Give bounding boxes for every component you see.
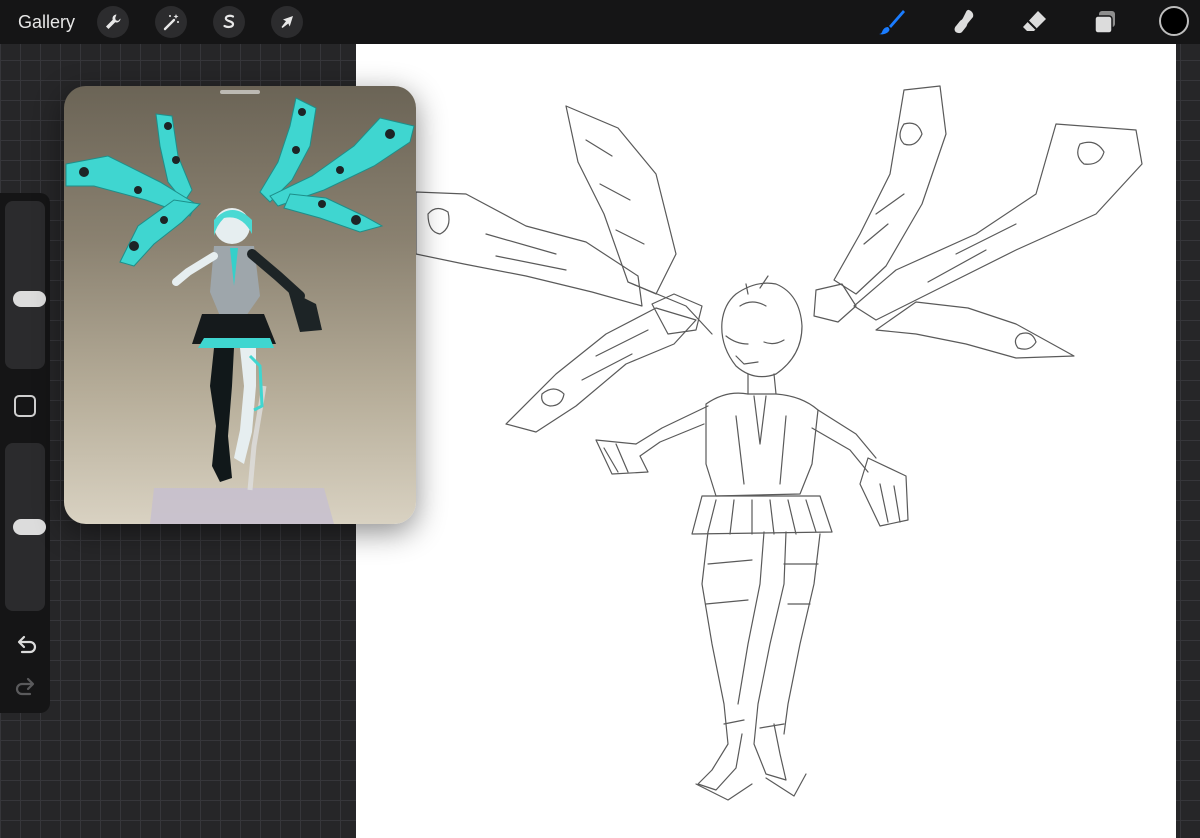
reference-panel-grabber[interactable] bbox=[220, 90, 260, 94]
smudge-tool-button[interactable] bbox=[949, 7, 979, 37]
procreate-app: Gallery bbox=[0, 0, 1200, 838]
magic-wand-icon bbox=[163, 14, 179, 31]
redo-icon[interactable] bbox=[13, 675, 39, 701]
selection-button[interactable] bbox=[213, 6, 245, 38]
wrench-icon bbox=[106, 14, 121, 29]
top-toolbar: Gallery bbox=[0, 0, 1200, 44]
adjustments-button[interactable] bbox=[155, 6, 187, 38]
left-sidebar bbox=[0, 193, 50, 713]
brush-tool-button[interactable] bbox=[877, 7, 907, 37]
opacity-slider[interactable] bbox=[5, 443, 46, 611]
undo-icon[interactable] bbox=[13, 633, 39, 659]
brush-icon bbox=[879, 10, 905, 35]
reference-image-panel[interactable] bbox=[64, 86, 416, 524]
reference-photo bbox=[65, 97, 415, 524]
sketch-drawing bbox=[415, 85, 1143, 801]
actions-button[interactable] bbox=[97, 6, 129, 38]
eraser-icon bbox=[1023, 11, 1046, 31]
eraser-tool-button[interactable] bbox=[1020, 7, 1050, 37]
drawing-canvas[interactable] bbox=[356, 44, 1176, 838]
opacity-thumb[interactable] bbox=[13, 519, 46, 535]
color-picker-swatch[interactable] bbox=[1159, 6, 1189, 36]
layers-button[interactable] bbox=[1090, 7, 1120, 37]
transform-button[interactable] bbox=[271, 6, 303, 38]
smudge-icon bbox=[954, 9, 974, 34]
modify-square-icon[interactable] bbox=[14, 395, 36, 417]
layers-icon bbox=[1094, 11, 1115, 34]
gallery-button[interactable]: Gallery bbox=[18, 10, 75, 34]
brush-size-thumb[interactable] bbox=[13, 291, 46, 308]
arrow-cursor-icon bbox=[281, 16, 293, 28]
selection-s-icon bbox=[223, 14, 235, 29]
brush-size-slider[interactable] bbox=[5, 201, 46, 369]
